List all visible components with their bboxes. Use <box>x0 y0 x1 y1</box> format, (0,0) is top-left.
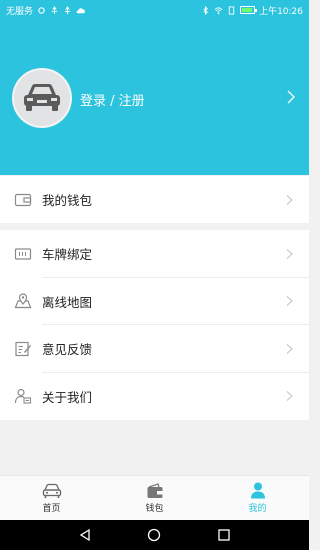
status-right: 上午10:26 <box>201 4 303 17</box>
bottom-tab-bar: 首页 钱包 我的 <box>0 475 309 520</box>
cloud-icon <box>76 7 86 13</box>
status-time: 上午10:26 <box>259 6 303 17</box>
menu-item-wallet[interactable]: 我的钱包 <box>0 176 309 224</box>
usb-icon-2 <box>64 5 71 14</box>
menu-item-offline-map[interactable]: 离线地图 <box>0 278 309 325</box>
bluetooth-icon <box>203 5 208 15</box>
menu-item-label: 我的钱包 <box>42 193 93 209</box>
license-plate-icon <box>14 248 32 260</box>
system-navigation-bar <box>0 520 309 550</box>
chevron-right-icon <box>286 296 293 307</box>
chevron-right-icon <box>286 194 293 205</box>
status-bar: 无服务 上午10:26 <box>0 0 309 20</box>
status-left: 无服务 <box>6 4 86 17</box>
recents-icon[interactable] <box>217 528 231 542</box>
edit-note-icon <box>15 341 31 356</box>
carrier-text: 无服务 <box>6 6 34 17</box>
person-icon <box>250 482 265 499</box>
chevron-right-icon <box>287 90 295 104</box>
menu-item-about[interactable]: 关于我们 <box>0 373 309 421</box>
wifi-icon <box>214 6 223 14</box>
chevron-right-icon <box>286 343 293 354</box>
menu-item-label: 车牌绑定 <box>42 247 93 263</box>
chevron-right-icon <box>286 391 293 402</box>
car-icon <box>42 483 61 498</box>
usb-icon <box>51 5 58 14</box>
chevron-right-icon <box>286 248 293 259</box>
wallet-icon <box>14 193 32 206</box>
user-info-icon <box>14 389 32 404</box>
tab-label: 首页 <box>42 503 61 514</box>
sim-icon <box>228 5 235 15</box>
menu-item-label: 离线地图 <box>42 294 93 310</box>
avatar[interactable] <box>12 68 72 128</box>
notification-icon <box>38 6 45 14</box>
tab-home[interactable]: 首页 <box>0 476 103 520</box>
menu-group-main: 车牌绑定 离线地图 意见反馈 关于我们 <box>0 230 309 420</box>
battery-icon <box>240 6 258 14</box>
menu-item-plate-binding[interactable]: 车牌绑定 <box>0 230 309 278</box>
tab-mine[interactable]: 我的 <box>206 476 309 520</box>
wallet-icon <box>147 482 162 498</box>
menu-item-label: 关于我们 <box>42 389 93 405</box>
tab-label: 钱包 <box>145 503 164 514</box>
map-icon <box>14 293 32 309</box>
tab-label: 我的 <box>248 504 267 514</box>
back-icon[interactable] <box>78 528 92 542</box>
menu-item-label: 意见反馈 <box>42 342 93 358</box>
home-icon[interactable] <box>147 528 161 542</box>
profile-header[interactable]: 登录 / 注册 <box>0 20 309 175</box>
car-avatar-icon <box>24 84 60 111</box>
menu-item-feedback[interactable]: 意见反馈 <box>0 325 309 373</box>
tab-wallet[interactable]: 钱包 <box>103 476 206 520</box>
menu-group-wallet: 我的钱包 <box>0 176 309 223</box>
login-register-link[interactable]: 登录 / 注册 <box>80 90 145 109</box>
